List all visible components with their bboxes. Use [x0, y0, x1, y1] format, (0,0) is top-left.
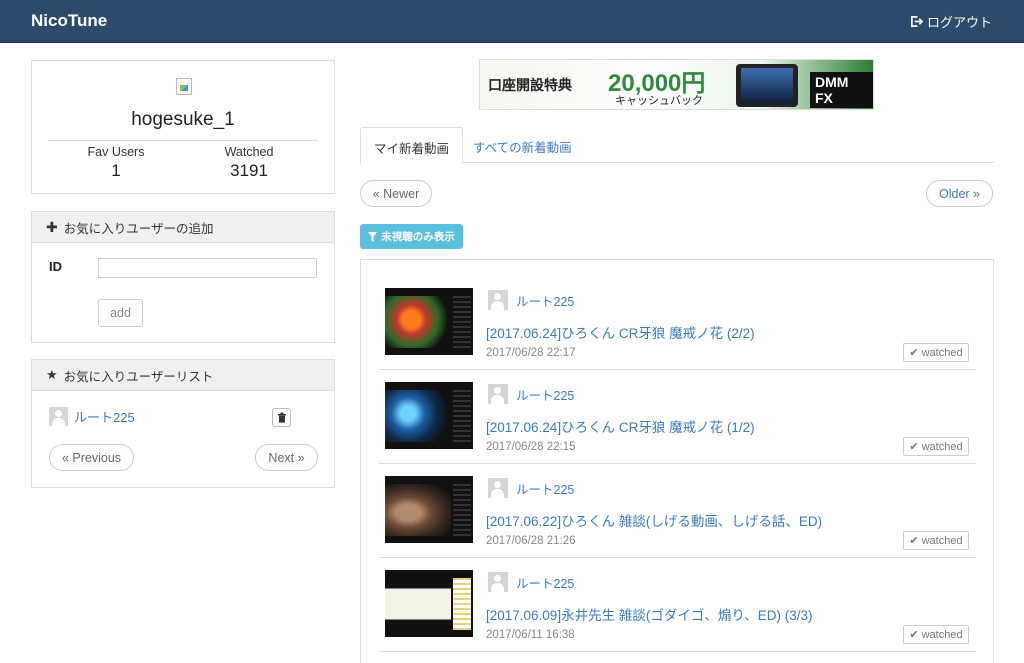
trash-icon[interactable] — [272, 408, 291, 427]
logout-icon — [911, 16, 923, 27]
video-item: ルート225 [2017.06.09]永井先生 雑談(ゴダイゴ、煽り、ED) (… — [379, 558, 976, 652]
logout-label: ログアウト — [926, 15, 992, 30]
id-input[interactable] — [98, 258, 317, 278]
tab-all-new-videos[interactable]: すべての新着動画 — [460, 127, 585, 163]
video-date: 2017/06/28 22:15 — [486, 441, 576, 453]
profile-divider — [48, 140, 318, 141]
check-icon: ✔ — [909, 535, 919, 547]
profile-username: hogesuke_1 — [131, 109, 235, 130]
user-avatar-icon — [488, 384, 508, 404]
uploader-name[interactable]: ルート225 — [516, 291, 574, 310]
fav-list-heading-text: お気に入りユーザーリスト — [63, 369, 214, 384]
ad-banner[interactable]: 口座開設特典 20,000円 キャッシュバック DMM FX — [479, 59, 874, 110]
video-uploader[interactable]: ルート225 — [488, 384, 574, 404]
video-date: 2017/06/11 16:38 — [486, 629, 575, 641]
video-uploader[interactable]: ルート225 — [488, 478, 574, 498]
uploader-name[interactable]: ルート225 — [516, 385, 574, 404]
newer-button[interactable]: « Newer — [360, 180, 432, 207]
ad-banner-sub: キャッシュバック — [615, 95, 703, 107]
video-date: 2017/06/28 21:26 — [486, 535, 576, 547]
broken-image-icon — [176, 78, 192, 95]
fav-users-label: Fav Users — [87, 145, 145, 159]
user-avatar-icon — [488, 478, 508, 498]
video-title[interactable]: [2017.06.22]ひろくん 雑談(しげる動画、しげる話、ED) — [486, 510, 822, 530]
watched-badge[interactable]: ✔ watched — [903, 437, 969, 456]
watched-badge-label: watched — [921, 534, 963, 547]
video-thumbnail[interactable] — [385, 288, 473, 355]
plus-icon: ✚ — [46, 218, 58, 235]
watched-badge[interactable]: ✔ watched — [903, 343, 969, 362]
video-thumbnail[interactable] — [385, 382, 473, 449]
fav-list-heading: ★ お気に入りユーザーリスト — [32, 360, 334, 391]
watched-badge[interactable]: ✔ watched — [903, 625, 969, 644]
next-button[interactable]: Next » — [255, 444, 318, 471]
fav-users-stat: Fav Users 1 — [51, 145, 181, 181]
user-avatar-icon — [488, 290, 508, 310]
video-tabs: マイ新着動画 すべての新着動画 — [360, 127, 994, 164]
user-avatar-icon — [49, 407, 68, 426]
video-item: ルート225 [2017.06.22]ひろくん 雑談(しげる動画、しげる話、ED… — [379, 464, 976, 558]
unwatched-filter-button[interactable]: 未視聴のみ表示 — [360, 224, 463, 249]
brand-logo[interactable]: NicoTune — [31, 11, 107, 31]
video-item: ルート225 [2017.06.24]ひろくん CR牙狼 魔戒ノ花 (1/2) … — [379, 370, 976, 464]
check-icon: ✔ — [909, 441, 919, 453]
previous-button[interactable]: « Previous — [49, 444, 134, 471]
video-item: ルート225 [2017.06.24]ひろくん CR牙狼 魔戒ノ花 (2/2) … — [379, 276, 976, 370]
watched-badge[interactable]: ✔ watched — [903, 531, 969, 550]
logout-link[interactable]: ログアウト — [910, 12, 992, 31]
video-thumbnail[interactable] — [385, 570, 473, 637]
video-uploader[interactable]: ルート225 — [488, 290, 574, 310]
fav-users-count: 1 — [111, 161, 121, 180]
uploader-name[interactable]: ルート225 — [516, 573, 574, 592]
add-user-heading-text: お気に入りユーザーの追加 — [63, 221, 214, 236]
older-button[interactable]: Older » — [926, 180, 993, 207]
watched-label: Watched — [224, 145, 274, 159]
video-title[interactable]: [2017.06.09]永井先生 雑談(ゴダイゴ、煽り、ED) (3/3) — [486, 604, 813, 624]
fav-list-panel: ★ お気に入りユーザーリスト ルート225 « Previous Next » — [31, 359, 335, 488]
fav-user-name[interactable]: ルート225 — [74, 407, 135, 426]
watched-count: 3191 — [230, 161, 268, 180]
profile-panel: hogesuke_1 Fav Users 1 Watched 3191 — [31, 60, 335, 194]
uploader-name[interactable]: ルート225 — [516, 479, 574, 498]
video-uploader[interactable]: ルート225 — [488, 572, 574, 592]
video-list: ルート225 [2017.06.24]ひろくん CR牙狼 魔戒ノ花 (2/2) … — [360, 259, 994, 663]
video-title[interactable]: [2017.06.24]ひろくん CR牙狼 魔戒ノ花 (1/2) — [486, 416, 755, 436]
ad-banner-brand: DMM FX — [810, 72, 873, 108]
add-user-heading: ✚ お気に入りユーザーの追加 — [32, 212, 334, 243]
star-icon: ★ — [46, 367, 58, 382]
video-thumbnail[interactable] — [385, 476, 473, 543]
check-icon: ✔ — [909, 347, 919, 359]
user-avatar-icon — [488, 572, 508, 592]
phone-image — [736, 64, 798, 107]
fav-list-item[interactable]: ルート225 — [49, 407, 135, 426]
filter-icon — [368, 231, 378, 242]
tab-my-new-videos[interactable]: マイ新着動画 — [360, 127, 464, 164]
ad-banner-line1: 口座開設特典 — [488, 77, 572, 93]
video-title[interactable]: [2017.06.24]ひろくん CR牙狼 魔戒ノ花 (2/2) — [486, 322, 755, 342]
watched-badge-label: watched — [921, 440, 963, 453]
unwatched-filter-label: 未視聴のみ表示 — [381, 231, 455, 243]
watched-badge-label: watched — [921, 628, 963, 641]
video-date: 2017/06/28 22:17 — [486, 347, 576, 359]
watched-stat: Watched 3191 — [184, 145, 314, 181]
add-button[interactable]: add — [98, 299, 143, 327]
navbar: NicoTune ログアウト — [0, 0, 1024, 43]
add-user-panel: ✚ お気に入りユーザーの追加 ID add — [31, 211, 335, 343]
check-icon: ✔ — [909, 629, 919, 641]
watched-badge-label: watched — [921, 346, 963, 359]
id-label: ID — [49, 259, 62, 274]
